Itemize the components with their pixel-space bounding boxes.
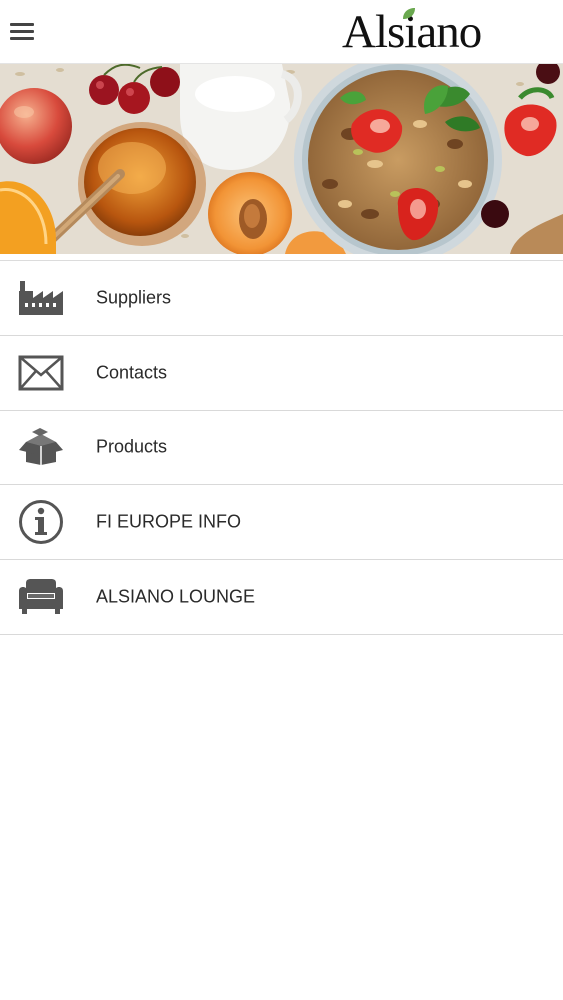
menu-item-fi-europe-info[interactable]: FI EUROPE INFO — [0, 485, 563, 561]
leaf-icon — [403, 8, 415, 19]
open-box-icon — [18, 424, 64, 470]
menu-item-label: FI EUROPE INFO — [96, 511, 242, 532]
envelope-icon — [18, 350, 64, 396]
hamburger-menu-icon[interactable] — [10, 20, 36, 42]
menu-item-label: ALSIANO LOUNGE — [96, 586, 256, 607]
menu-item-products[interactable]: Products — [0, 411, 563, 486]
menu-item-suppliers[interactable]: Suppliers — [0, 261, 563, 336]
food-banner-illustration — [0, 64, 563, 254]
info-circle-icon — [18, 499, 64, 545]
menu-item-label: Products — [96, 436, 168, 457]
brand-logo: Alsiano — [342, 4, 502, 60]
menu-item-label: Suppliers — [96, 287, 172, 308]
main-menu-list: Suppliers Contacts Products FI EUROPE IN… — [0, 261, 563, 635]
menu-item-contacts[interactable]: Contacts — [0, 336, 563, 411]
sofa-icon — [18, 574, 64, 620]
app-header: Alsiano — [0, 0, 563, 64]
factory-icon — [18, 275, 64, 321]
food-banner-image — [0, 64, 563, 254]
menu-item-label: Contacts — [96, 362, 168, 383]
menu-item-alsiano-lounge[interactable]: ALSIANO LOUNGE — [0, 560, 563, 635]
